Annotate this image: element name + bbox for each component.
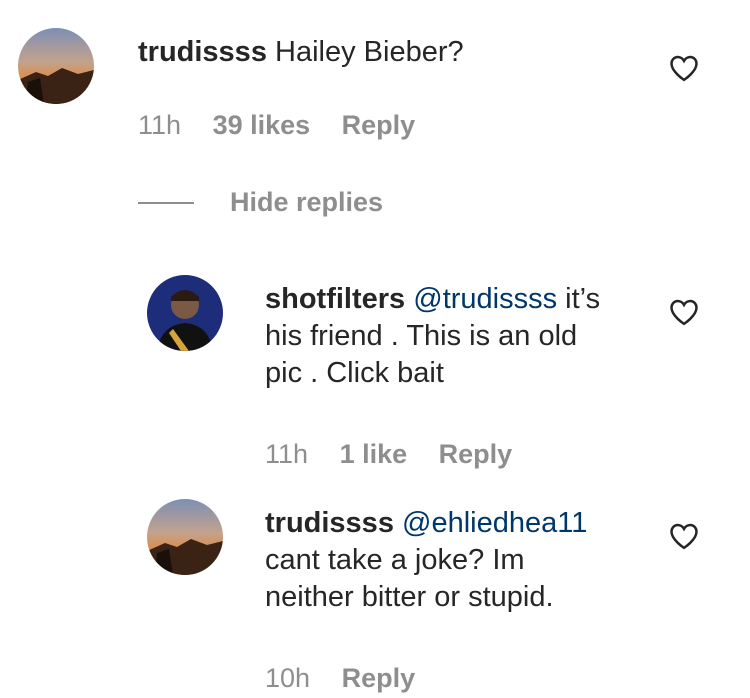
mention-link[interactable]: @ehliedhea11 <box>402 507 587 539</box>
comment-username[interactable]: trudissss <box>138 36 267 68</box>
avatar-image-portrait <box>147 275 223 351</box>
avatar[interactable] <box>147 499 223 575</box>
avatar-image-sunset <box>147 499 223 575</box>
reply-button[interactable]: Reply <box>439 439 513 469</box>
comment-username[interactable]: shotfilters <box>265 283 405 315</box>
comment-text: trudissss Hailey Bieber? <box>138 34 658 71</box>
comment-body-line1: cant take a joke? Im <box>265 544 525 576</box>
heart-outline-icon[interactable] <box>669 298 699 326</box>
comment-meta: 10h Reply <box>265 662 439 694</box>
avatar-image-sunset <box>18 28 94 104</box>
comment-text: shotfilters @trudissss it’s his friend .… <box>265 281 645 392</box>
mention-link[interactable]: @trudissss <box>413 283 557 315</box>
comment-body-line1: it’s <box>565 283 601 315</box>
hide-replies-label[interactable]: Hide replies <box>230 186 383 218</box>
reply-button[interactable]: Reply <box>342 110 416 140</box>
comment-body-line3: pic . Click bait <box>265 357 444 389</box>
comment-likes[interactable]: 39 likes <box>213 110 311 140</box>
comment-time: 10h <box>265 663 311 693</box>
comment-likes[interactable]: 1 like <box>340 439 408 469</box>
comment-meta: 11h 39 likes Reply <box>138 109 439 141</box>
reply-button[interactable]: Reply <box>342 663 416 693</box>
comment-body-line2: his friend . This is an old <box>265 320 578 352</box>
comment-body-line2: neither bitter or stupid. <box>265 581 554 613</box>
avatar[interactable] <box>18 28 94 104</box>
comment-text: trudissss @ehliedhea11 cant take a joke?… <box>265 505 645 616</box>
comment-body: Hailey Bieber? <box>275 36 464 68</box>
comment-meta: 11h 1 like Reply <box>265 438 536 470</box>
heart-outline-icon[interactable] <box>669 54 699 82</box>
comment-username[interactable]: trudissss <box>265 507 394 539</box>
comment-time: 11h <box>265 439 309 469</box>
divider <box>138 202 194 204</box>
heart-outline-icon[interactable] <box>669 522 699 550</box>
avatar[interactable] <box>147 275 223 351</box>
comment-time: 11h <box>138 110 182 140</box>
